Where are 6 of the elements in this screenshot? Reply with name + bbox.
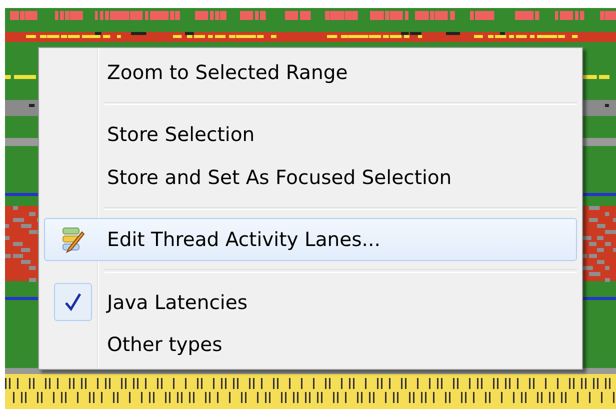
- menu-item[interactable]: Other types: [44, 323, 577, 366]
- menu-item[interactable]: Java Latencies: [44, 280, 577, 324]
- menu-item[interactable]: Zoom to Selected Range: [44, 51, 577, 94]
- menu-item[interactable]: Edit Thread Activity Lanes...: [44, 218, 577, 261]
- menu-item[interactable]: Store and Set As Focused Selection: [44, 156, 577, 199]
- menu-item[interactable]: Store Selection: [44, 113, 577, 156]
